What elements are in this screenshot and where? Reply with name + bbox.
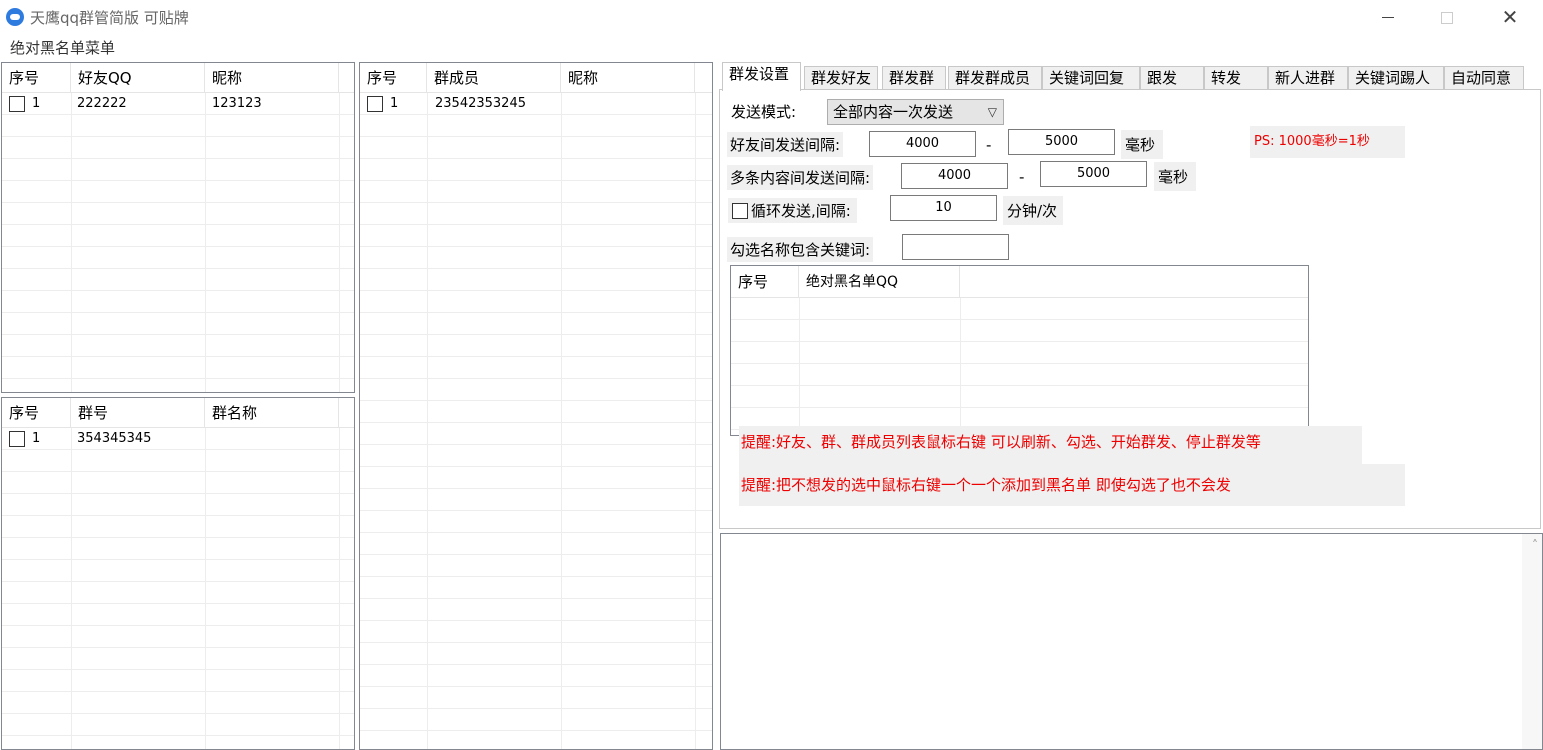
members-list[interactable]: 序号 群成员 昵称 1 23542353245: [359, 62, 713, 750]
grid-line: [427, 93, 428, 749]
menu-item-blacklist[interactable]: 绝对黑名单菜单: [10, 37, 115, 58]
column-header-blacklist-qq[interactable]: 绝对黑名单QQ: [799, 266, 960, 298]
row-checkbox[interactable]: [367, 96, 383, 112]
loop-send-checkbox[interactable]: [732, 203, 748, 219]
title-bar: 天鹰qq群管简版 可贴牌 ✕: [0, 0, 1543, 34]
row-index: 1: [32, 96, 41, 111]
grid-line: [960, 298, 961, 435]
table-row[interactable]: 1 222222 123123: [2, 94, 354, 115]
multi-interval-min-input[interactable]: 4000: [901, 163, 1008, 189]
column-header-member[interactable]: 群成员: [427, 63, 561, 93]
friends-list-header: 序号 好友QQ 昵称: [2, 63, 354, 93]
friend-interval-label: 好友间发送间隔:: [727, 132, 844, 157]
row-group-id: 354345345: [77, 431, 152, 446]
groups-list-header: 序号 群号 群名称: [2, 398, 354, 428]
multi-interval-max-input[interactable]: 5000: [1040, 161, 1147, 187]
maximize-icon: [1441, 11, 1453, 24]
row-nickname: 123123: [212, 96, 262, 111]
table-row[interactable]: 1 354345345: [2, 429, 354, 450]
ps-note: PS: 1000毫秒=1秒: [1250, 126, 1405, 158]
members-list-grid: [360, 93, 712, 749]
tip-blacklist: 提醒:把不想发的选中鼠标右键一个一个添加到黑名单 即使勾选了也不会发: [739, 464, 1405, 506]
tab-bar: 群发设置 群发好友 群发群 群发群成员 关键词回复 跟发 转发 新人进群 关键词…: [718, 62, 1543, 91]
loop-send-option[interactable]: 循环发送,间隔:: [728, 198, 857, 223]
menu-bar: 绝对黑名单菜单: [0, 34, 1543, 60]
tab-keyword-reply[interactable]: 关键词回复: [1042, 66, 1140, 90]
column-header-index[interactable]: 序号: [2, 398, 71, 428]
send-mode-select[interactable]: 全部内容一次发送 ▽: [827, 99, 1004, 125]
column-header-friend-qq[interactable]: 好友QQ: [71, 63, 205, 93]
tab-follow-send[interactable]: 跟发: [1140, 66, 1204, 90]
column-header-index[interactable]: 序号: [731, 266, 799, 298]
maximize-button[interactable]: [1425, 2, 1469, 32]
log-scrollbar[interactable]: [1522, 534, 1542, 749]
send-mode-value: 全部内容一次发送: [833, 103, 954, 121]
tab-send-friends[interactable]: 群发好友: [804, 66, 878, 90]
loop-unit-label: 分钟/次: [1003, 196, 1064, 225]
grid-line: [339, 428, 340, 749]
tab-forward[interactable]: 转发: [1204, 66, 1268, 90]
row-index: 1: [390, 96, 399, 111]
grid-line: [339, 93, 340, 392]
grid-line: [71, 428, 72, 749]
close-icon: ✕: [1501, 5, 1519, 29]
ms-unit-label: 毫秒: [1121, 130, 1164, 159]
tab-keyword-kick[interactable]: 关键词踢人: [1348, 66, 1444, 90]
friend-interval-min-input[interactable]: 4000: [869, 131, 976, 157]
row-checkbox[interactable]: [9, 96, 25, 112]
tab-send-groups[interactable]: 群发群: [882, 66, 946, 90]
groups-list-grid: [2, 428, 354, 749]
send-mode-label: 发送模式:: [731, 103, 797, 121]
column-header-group-id[interactable]: 群号: [71, 398, 205, 428]
members-list-header: 序号 群成员 昵称: [360, 63, 712, 93]
blacklist-list[interactable]: 序号 绝对黑名单QQ: [730, 265, 1309, 436]
friend-interval-max-input[interactable]: 5000: [1008, 129, 1115, 155]
row-friend-qq: 222222: [77, 96, 127, 111]
row-index: 1: [32, 431, 41, 446]
tab-new-member[interactable]: 新人进群: [1268, 66, 1348, 90]
scroll-up-icon[interactable]: ˄: [1532, 538, 1538, 552]
grid-line: [71, 93, 72, 392]
range-dash: -: [1019, 168, 1025, 186]
grid-line: [205, 93, 206, 392]
loop-interval-input[interactable]: 10: [890, 195, 997, 221]
ms-unit-label: 毫秒: [1154, 162, 1197, 191]
grid-line: [695, 93, 696, 749]
close-button[interactable]: ✕: [1488, 2, 1532, 32]
keyword-input[interactable]: [902, 234, 1009, 260]
tab-auto-accept[interactable]: 自动同意: [1444, 66, 1524, 90]
window-title: 天鹰qq群管简版 可贴牌: [30, 9, 189, 27]
column-header-nickname[interactable]: 昵称: [205, 63, 339, 93]
row-member: 23542353245: [435, 96, 526, 111]
keyword-label: 勾选名称包含关键词:: [727, 237, 874, 262]
chevron-down-icon: ▽: [987, 105, 997, 119]
tab-group-send-settings[interactable]: 群发设置: [722, 62, 801, 91]
minimize-icon: [1382, 17, 1394, 18]
blacklist-header: 序号 绝对黑名单QQ: [731, 266, 1308, 298]
column-header-index[interactable]: 序号: [2, 63, 71, 93]
friends-list-grid: [2, 93, 354, 392]
column-header-group-name[interactable]: 群名称: [205, 398, 339, 428]
row-checkbox[interactable]: [9, 431, 25, 447]
blacklist-grid: [731, 298, 1308, 435]
tip-right-click: 提醒:好友、群、群成员列表鼠标右键 可以刷新、勾选、开始群发、停止群发等: [739, 426, 1362, 464]
grid-line: [799, 298, 800, 435]
range-dash: -: [986, 136, 992, 154]
table-row[interactable]: 1 23542353245: [360, 94, 712, 115]
groups-list[interactable]: 序号 群号 群名称 1 354345345: [1, 397, 355, 750]
friends-list[interactable]: 序号 好友QQ 昵称 1 222222 123123: [1, 62, 355, 393]
multi-interval-label: 多条内容间发送间隔:: [727, 165, 874, 190]
log-textbox[interactable]: ˄: [720, 533, 1543, 750]
column-header-nickname[interactable]: 昵称: [561, 63, 695, 93]
app-icon: [6, 8, 24, 26]
grid-line: [561, 93, 562, 749]
minimize-button[interactable]: [1366, 2, 1410, 32]
tab-send-group-members[interactable]: 群发群成员: [948, 66, 1042, 90]
grid-line: [205, 428, 206, 749]
column-header-index[interactable]: 序号: [360, 63, 427, 93]
loop-send-label: 循环发送,间隔:: [751, 202, 851, 220]
